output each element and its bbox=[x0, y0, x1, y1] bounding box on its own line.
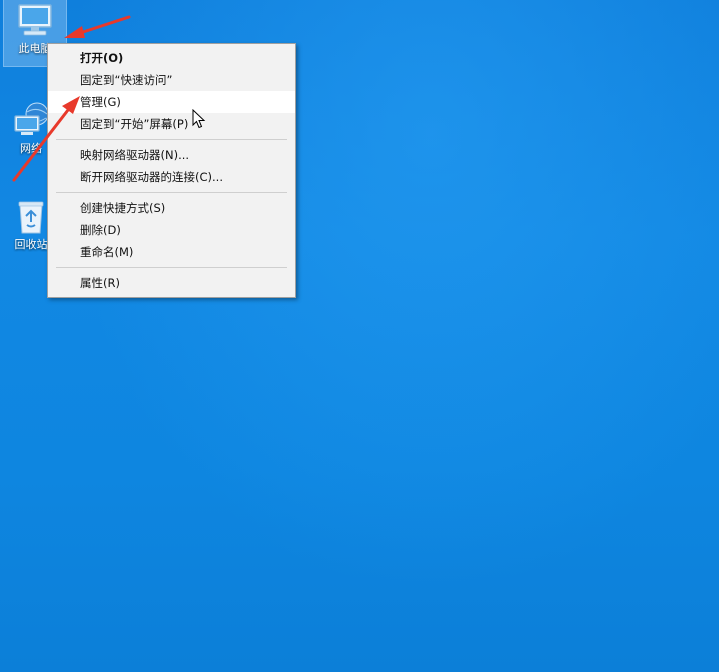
menu-separator bbox=[56, 267, 287, 268]
menu-item-create-shortcut[interactable]: 创建快捷方式(S) bbox=[48, 197, 295, 219]
menu-item-label: 打开(O) bbox=[80, 51, 124, 65]
network-icon bbox=[14, 102, 49, 135]
menu-item-properties[interactable]: 属性(R) bbox=[48, 272, 295, 294]
menu-item-label: 属性(R) bbox=[80, 276, 120, 290]
menu-item-open[interactable]: 打开(O) bbox=[48, 47, 295, 69]
menu-item-pin-start[interactable]: 固定到“开始”屏幕(P) bbox=[48, 113, 295, 135]
menu-item-label: 固定到“快速访问” bbox=[80, 73, 173, 87]
arrow-to-this-pc bbox=[64, 15, 131, 38]
menu-item-label: 创建快捷方式(S) bbox=[80, 201, 166, 215]
recycle-bin-icon bbox=[18, 201, 44, 234]
menu-item-label: 断开网络驱动器的连接(C)... bbox=[80, 170, 223, 184]
menu-item-delete[interactable]: 删除(D) bbox=[48, 219, 295, 241]
menu-item-label: 管理(G) bbox=[80, 95, 121, 109]
menu-item-manage[interactable]: 管理(G) bbox=[48, 91, 295, 113]
menu-item-label: 固定到“开始”屏幕(P) bbox=[80, 117, 189, 131]
menu-item-pin-quick-access[interactable]: 固定到“快速访问” bbox=[48, 69, 295, 91]
menu-item-label: 重命名(M) bbox=[80, 245, 134, 259]
menu-item-label: 映射网络驱动器(N)... bbox=[80, 148, 190, 162]
context-menu: 打开(O) 固定到“快速访问” 管理(G) 固定到“开始”屏幕(P) 映射网络驱… bbox=[47, 43, 296, 298]
menu-item-rename[interactable]: 重命名(M) bbox=[48, 241, 295, 263]
menu-item-disconnect-network-drive[interactable]: 断开网络驱动器的连接(C)... bbox=[48, 166, 295, 188]
mouse-cursor-icon bbox=[192, 109, 206, 129]
menu-item-label: 删除(D) bbox=[80, 223, 121, 237]
this-pc-icon bbox=[18, 4, 52, 36]
menu-separator bbox=[56, 192, 287, 193]
menu-item-map-network-drive[interactable]: 映射网络驱动器(N)... bbox=[48, 144, 295, 166]
menu-separator bbox=[56, 139, 287, 140]
